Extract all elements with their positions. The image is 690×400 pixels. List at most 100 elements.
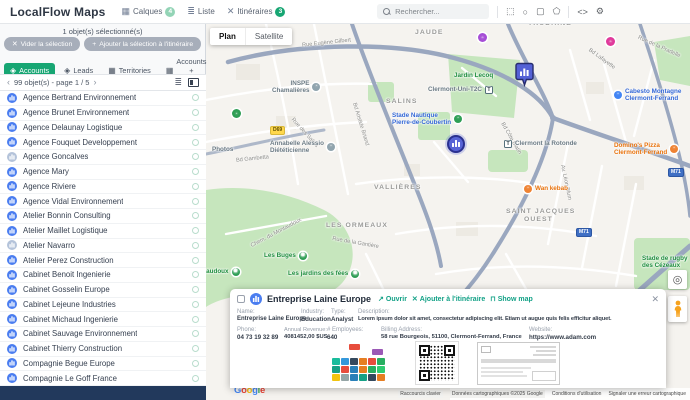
- field-name: Name:Entreprise Laine Europe: [237, 309, 301, 323]
- company-logo-icon: [7, 108, 17, 118]
- list-item[interactable]: Cabinet Michaud Ingenierie: [0, 312, 206, 327]
- field-employees: # Employees:640: [327, 327, 381, 341]
- area-label: SALINS: [386, 98, 418, 105]
- street-view-pegman[interactable]: [668, 296, 687, 322]
- area-label: TRUDAINE: [528, 24, 572, 27]
- select-radio[interactable]: [192, 242, 199, 249]
- code-icon[interactable]: <>: [577, 7, 588, 17]
- select-radio[interactable]: [192, 139, 199, 146]
- panel-header: Entreprise Laine Europe ↗Ouvrir ✕Ajouter…: [237, 293, 659, 305]
- list-item[interactable]: Agence Brunet Environnement: [0, 106, 206, 121]
- calques-button[interactable]: ▦ Calques 4: [121, 6, 175, 17]
- select-radio[interactable]: [192, 271, 199, 278]
- report-error-link[interactable]: Signaler une erreur cartographique: [608, 391, 686, 397]
- area-label: VALLIÈRES: [374, 184, 422, 191]
- company-logo-icon: [7, 270, 17, 280]
- select-radio[interactable]: [192, 360, 199, 367]
- select-radio[interactable]: [192, 124, 199, 131]
- list-item[interactable]: Cabinet Sauvage Environnement: [0, 327, 206, 342]
- polygon-draw-icon[interactable]: ⬠: [553, 6, 561, 17]
- map-type-satellite[interactable]: Satellite: [245, 28, 292, 45]
- select-radio[interactable]: [192, 153, 199, 160]
- poi-montaudoux: de Montaudoux ❀: [206, 268, 240, 276]
- select-radio[interactable]: [192, 316, 199, 323]
- map-type-plan[interactable]: Plan: [210, 28, 245, 45]
- list-item[interactable]: Cabinet Thierry Construction: [0, 342, 206, 357]
- prev-page-button[interactable]: ‹: [7, 78, 10, 87]
- select-radio[interactable]: [192, 257, 199, 264]
- gear-icon[interactable]: ⚙: [596, 6, 604, 17]
- circle-draw-icon[interactable]: ○: [523, 7, 528, 17]
- company-logo-icon: [7, 373, 17, 383]
- list-item[interactable]: Agence Bertrand Environnement: [0, 91, 206, 106]
- list-item[interactable]: Cabinet Lejeune Industries: [0, 298, 206, 313]
- my-location-button[interactable]: ◎: [668, 270, 687, 289]
- select-radio[interactable]: [192, 109, 199, 116]
- company-logo-icon: [7, 211, 17, 221]
- list-item[interactable]: Atelier Bonnin Consulting: [0, 209, 206, 224]
- list-item[interactable]: Agence Fouquet Developpement: [0, 135, 206, 150]
- field-billing-address: Billing Address:58 rue Bourgeois, 51100,…: [381, 327, 529, 341]
- list-view-icon[interactable]: ≣: [174, 78, 182, 87]
- select-radio[interactable]: [192, 286, 199, 293]
- rectangle-draw-icon[interactable]: ▢: [536, 6, 545, 17]
- marquee-select-icon[interactable]: ⬚: [506, 6, 515, 17]
- show-map-link[interactable]: ⊓Show map: [490, 295, 532, 303]
- company-marker[interactable]: [447, 135, 465, 153]
- poi-icon: ◦: [454, 115, 462, 123]
- clear-selection-button[interactable]: ✕Vider la sélection: [4, 37, 80, 51]
- company-logo-icon: [7, 255, 17, 265]
- select-radio[interactable]: [192, 345, 199, 352]
- poi-icon-purple[interactable]: ▫: [478, 33, 487, 42]
- list-item[interactable]: Agence Delaunay Logistique: [0, 121, 206, 136]
- select-radio[interactable]: [192, 94, 199, 101]
- search-input[interactable]: Rechercher...: [377, 4, 489, 19]
- liste-button[interactable]: ≣ Liste: [187, 6, 214, 17]
- close-icon: ✕: [12, 40, 18, 48]
- select-radio[interactable]: [192, 227, 199, 234]
- open-link[interactable]: ↗Ouvrir: [378, 295, 407, 303]
- select-radio[interactable]: [192, 183, 199, 190]
- list-item[interactable]: Compagnie Begue Europe: [0, 357, 206, 372]
- list-item[interactable]: Agence Riviere: [0, 180, 206, 195]
- poi-icon: ❀: [299, 252, 307, 260]
- select-radio[interactable]: [192, 330, 199, 337]
- close-icon[interactable]: ✕: [651, 294, 659, 305]
- shortcuts-link[interactable]: Raccourcis clavier: [398, 390, 443, 398]
- list-item[interactable]: Cabinet Gosselin Europe: [0, 283, 206, 298]
- poi-jardins-fees: Les jardins des fées ❀: [288, 270, 359, 278]
- qr-code-image[interactable]: [415, 341, 459, 385]
- terms-link[interactable]: Conditions d'utilisation: [552, 391, 602, 397]
- add-to-route-link[interactable]: ✕Ajouter à l'itinéraire: [412, 295, 485, 303]
- company-name: Entreprise Laine Europe: [267, 294, 371, 304]
- list-item[interactable]: Cabinet Benoit Ingenierie: [0, 268, 206, 283]
- select-radio[interactable]: [192, 198, 199, 205]
- itineraires-button[interactable]: ✕ Itinéraires 3: [227, 6, 286, 17]
- list-item[interactable]: Atelier Perez Construction: [0, 253, 206, 268]
- company-checkbox[interactable]: [237, 295, 245, 303]
- itineraires-label: Itinéraires: [237, 7, 272, 16]
- select-radio[interactable]: [192, 375, 199, 382]
- list-item[interactable]: Compagnie Le Goff France: [0, 371, 206, 386]
- liste-label: Liste: [198, 7, 215, 16]
- list-item[interactable]: Atelier Navarro: [0, 239, 206, 254]
- area-label: SAINT JACQUES: [506, 208, 575, 215]
- list-item[interactable]: Agence Goncalves: [0, 150, 206, 165]
- select-radio[interactable]: [192, 168, 199, 175]
- next-page-button[interactable]: ›: [93, 78, 96, 87]
- pager-label: 99 objet(s) - page 1 / 5: [14, 78, 89, 87]
- list-item[interactable]: Agence Mary: [0, 165, 206, 180]
- selected-company-pin[interactable]: [515, 62, 534, 87]
- area-label: LES ORMEAUX: [326, 222, 388, 229]
- invoice-document-image[interactable]: [477, 342, 560, 385]
- org-chart-image[interactable]: [332, 344, 386, 384]
- list-item[interactable]: Agence Vidal Environnement: [0, 194, 206, 209]
- itineraires-badge: 3: [275, 7, 285, 17]
- poi-icon-pink[interactable]: ▫: [606, 37, 615, 46]
- map-canvas[interactable]: JAUDE TRUDAINE SALINS VALLIÈRES LES ORME…: [206, 24, 690, 400]
- card-view-icon[interactable]: [188, 78, 199, 87]
- select-radio[interactable]: [192, 212, 199, 219]
- add-selection-to-route-button[interactable]: +Ajouter la sélection à l'itinéraire: [84, 37, 201, 51]
- select-radio[interactable]: [192, 301, 199, 308]
- list-item[interactable]: Atelier Maillet Logistique: [0, 224, 206, 239]
